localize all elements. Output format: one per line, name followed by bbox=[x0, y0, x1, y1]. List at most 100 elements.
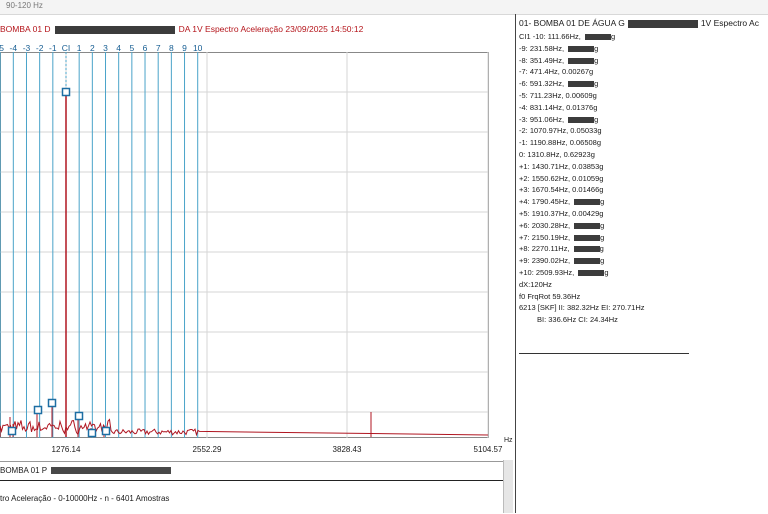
cursor-list: CI1 -10: 111.66Hz, g -9: 231.58Hz, g -8: 3… bbox=[519, 31, 645, 326]
cursor-row: -4: 831.14Hz, 0.01376g bbox=[519, 102, 645, 114]
cursor-row: dX:120Hz bbox=[519, 279, 645, 291]
cursor-row-text: +7: 2150.19Hz, bbox=[519, 232, 573, 242]
cursor-row-unit: g bbox=[594, 114, 599, 124]
cursor-row: -3: 951.06Hz, g bbox=[519, 114, 645, 126]
cursor-row: -9: 231.58Hz, g bbox=[519, 43, 645, 55]
cursor-marker bbox=[7, 426, 17, 436]
cursor-marker bbox=[33, 405, 43, 415]
x-tick-label: 3828.43 bbox=[332, 445, 362, 454]
cursor-row: -6: 591.32Hz, g bbox=[519, 78, 645, 90]
bottom-divider bbox=[0, 480, 504, 481]
x-axis-labels: 1276.14 2552.29 3828.43 5104.57 bbox=[0, 445, 505, 457]
cursor-row-text: -1: 1190.88Hz, 0.06508g bbox=[519, 138, 602, 148]
cursor-row-text: -7: 471.4Hz, 0.00267g bbox=[519, 67, 594, 77]
cursor-row-text: -9: 231.58Hz, bbox=[519, 43, 567, 53]
cursor-row-unit: g bbox=[604, 267, 609, 277]
cursor-row: CI1 -10: 111.66Hz, g bbox=[519, 31, 645, 43]
cursor-row-unit: g bbox=[600, 232, 605, 242]
cursor-row: -7: 471.4Hz, 0.00267g bbox=[519, 66, 645, 78]
cursor-marker bbox=[61, 87, 71, 97]
cursor-row-text: -3: 951.06Hz, bbox=[519, 114, 567, 124]
cursor-row-text: +5: 1910.37Hz, 0.00429g bbox=[519, 208, 604, 218]
cursor-row: -2: 1070.97Hz, 0.05033g bbox=[519, 125, 645, 137]
cursor-row-unit: g bbox=[600, 256, 605, 266]
cursor-title-prefix: 01- BOMBA 01 DE ÁGUA G bbox=[519, 18, 625, 28]
cursor-panel: 01- BOMBA 01 DE ÁGUA G 1V Espectro Ac CI1… bbox=[517, 14, 768, 513]
cursor-row-text: -8: 351.49Hz, bbox=[519, 55, 567, 65]
cursor-row-text: f0 FrqRot 59.36Hz bbox=[519, 291, 581, 301]
cursor-row-unit: g bbox=[594, 55, 599, 65]
cursor-row: +2: 1550.62Hz, 0.01059g bbox=[519, 173, 645, 185]
cursor-row: +4: 1790.45Hz, g bbox=[519, 196, 645, 208]
cursor-row-text: +9: 2390.02Hz, bbox=[519, 256, 573, 266]
redaction-bar bbox=[584, 34, 611, 41]
cursor-row: +3: 1670.54Hz, 0.01466g bbox=[519, 184, 645, 196]
cursor-row-unit: g bbox=[600, 197, 605, 207]
x-tick-label: 1276.14 bbox=[51, 445, 81, 454]
cursor-row-text: +3: 1670.54Hz, 0.01466g bbox=[519, 185, 604, 195]
cursor-row: +5: 1910.37Hz, 0.00429g bbox=[519, 208, 645, 220]
cursor-panel-title: 01- BOMBA 01 DE ÁGUA G 1V Espectro Ac bbox=[519, 18, 759, 28]
cursor-marker bbox=[47, 398, 57, 408]
cursor-row: 6213 [SKF] II: 382.32Hz EI: 270.71Hz bbox=[519, 302, 645, 314]
x-axis-unit: Hz bbox=[504, 437, 513, 444]
redaction-bar bbox=[573, 246, 600, 253]
redaction-bar bbox=[574, 258, 601, 265]
x-tick-label: 2552.29 bbox=[192, 445, 222, 454]
cursor-row-text: +8: 2270.11Hz, bbox=[519, 244, 572, 254]
cursor-row: +8: 2270.11Hz, g bbox=[519, 243, 645, 255]
cursor-row-text: -5: 711.23Hz, 0.00609g bbox=[519, 90, 597, 100]
bottom-trace-prefix: BOMBA 01 P bbox=[0, 466, 48, 475]
panel-divider[interactable] bbox=[515, 14, 516, 513]
bottom-panel: BOMBA 01 P bbox=[0, 461, 504, 514]
cursor-row-unit: g bbox=[600, 220, 605, 230]
cursor-row-text: CI1 -10: 111.66Hz, bbox=[519, 32, 583, 41]
redaction-bar bbox=[574, 234, 601, 241]
redaction-bar bbox=[51, 467, 172, 475]
cursor-row: f0 FrqRot 59.36Hz bbox=[519, 291, 645, 303]
cursor-row: BI: 336.6Hz CI: 24.34Hz bbox=[519, 314, 645, 326]
cursor-row-text: -4: 831.14Hz, 0.01376g bbox=[519, 102, 598, 112]
cursor-row-text: 0: 1310.8Hz, 0.62923g bbox=[519, 149, 595, 159]
cursor-list-divider bbox=[519, 353, 689, 354]
cursor-row: +9: 2390.02Hz, g bbox=[519, 255, 645, 267]
redaction-bar bbox=[568, 81, 595, 88]
top-strip-text: 90-120 Hz bbox=[6, 1, 43, 10]
redaction-bar bbox=[568, 57, 595, 64]
cursor-row-text: -6: 591.32Hz, bbox=[519, 79, 567, 89]
redaction-bar bbox=[627, 19, 698, 28]
cursor-marker bbox=[87, 428, 97, 438]
redaction-bar bbox=[568, 116, 595, 123]
plot-title-prefix: BOMBA 01 D bbox=[0, 24, 51, 34]
plot-frame bbox=[0, 52, 489, 438]
redaction-bar bbox=[578, 269, 605, 276]
plot-title: BOMBA 01 D DA 1V Espectro Aceleração 23/0… bbox=[0, 24, 505, 38]
cursor-row-text: +2: 1550.62Hz, 0.01059g bbox=[519, 173, 604, 183]
redaction-bar bbox=[574, 222, 601, 229]
redaction-bar bbox=[568, 45, 595, 52]
cursor-row: +6: 2030.28Hz, g bbox=[519, 220, 645, 232]
cursor-row: -8: 351.49Hz, g bbox=[519, 55, 645, 67]
cursor-row-unit: g bbox=[594, 79, 599, 89]
cursor-row: -1: 1190.88Hz, 0.06508g bbox=[519, 137, 645, 149]
cursor-row: 0: 1310.8Hz, 0.62923g bbox=[519, 149, 645, 161]
vertical-scrollbar[interactable] bbox=[503, 460, 513, 513]
cursor-row: +10: 2509.93Hz, g bbox=[519, 267, 645, 279]
cursor-row: +1: 1430.71Hz, 0.03853g bbox=[519, 161, 645, 173]
cursor-row-unit: g bbox=[610, 32, 616, 41]
bottom-trace-label[interactable]: BOMBA 01 P bbox=[0, 466, 172, 475]
plot-title-suffix: DA 1V Espectro Aceleração 23/09/2025 14:… bbox=[178, 24, 364, 34]
cursor-row: -5: 711.23Hz, 0.00609g bbox=[519, 90, 645, 102]
redaction-bar bbox=[54, 25, 175, 34]
cursor-row-text: +10: 2509.93Hz, bbox=[519, 267, 577, 277]
bottom-description: tro Aceleração - 0-10000Hz - n - 6401 Am… bbox=[0, 494, 170, 503]
cursor-row-text: +1: 1430.71Hz, 0.03853g bbox=[519, 161, 604, 171]
cursor-title-suffix: 1V Espectro Ac bbox=[700, 18, 759, 28]
cursor-row-unit: g bbox=[599, 244, 604, 254]
cursor-marker bbox=[101, 426, 111, 436]
cursor-row: +7: 2150.19Hz, g bbox=[519, 232, 645, 244]
cursor-row-text: -2: 1070.97Hz, 0.05033g bbox=[519, 126, 602, 136]
top-strip: 90-120 Hz bbox=[0, 0, 768, 15]
cursor-row-text: +6: 2030.28Hz, bbox=[519, 220, 573, 230]
spectrum-plot[interactable] bbox=[0, 52, 505, 445]
